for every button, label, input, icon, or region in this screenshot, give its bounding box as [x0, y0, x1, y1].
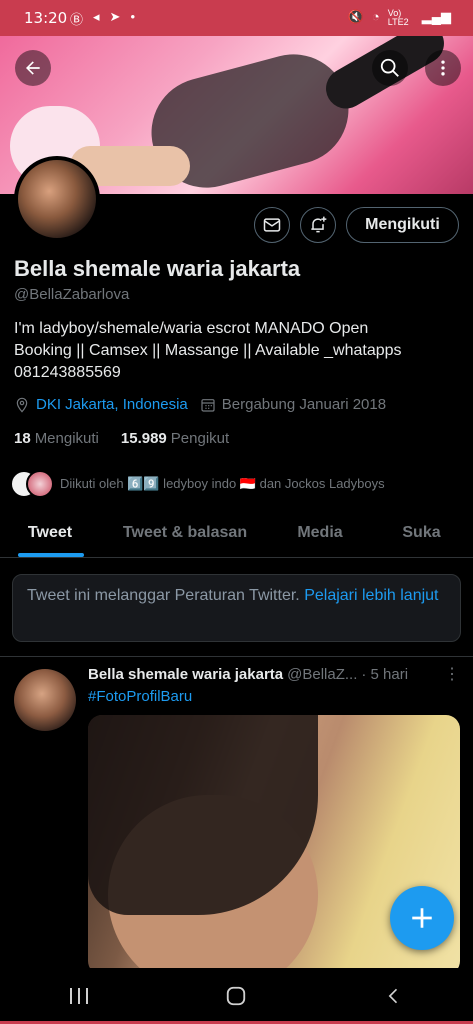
- followers-count: 15.989: [120, 430, 167, 447]
- followers-count-link[interactable]: 15.989 Pengikut: [121, 430, 229, 447]
- follow-counts: 18 Mengikuti 15.989 Pengikut: [14, 430, 229, 447]
- tweet-timestamp[interactable]: · 5 hari: [361, 666, 408, 683]
- wifi-icon: ◔: [371, 9, 380, 24]
- profile-location[interactable]: DKI Jakarta, Indonesia: [36, 396, 188, 413]
- recent-apps-button[interactable]: [49, 976, 109, 1016]
- profile-meta: DKI Jakarta, Indonesia Bergabung Januari…: [14, 396, 386, 413]
- bio-line[interactable]: 081243885569: [14, 362, 454, 384]
- rule-violation-notice: Tweet ini melanggar Peraturan Twitter. P…: [12, 574, 461, 642]
- profile-tabs: Tweet Tweet & balasan Media Suka: [0, 508, 473, 558]
- message-button[interactable]: [254, 207, 290, 243]
- profile-avatar[interactable]: [14, 156, 100, 242]
- location-pin-icon: [16, 397, 28, 413]
- following-count: 18: [14, 430, 31, 447]
- send-icon: ◂: [93, 9, 100, 24]
- tab-label: Media: [297, 523, 343, 541]
- mute-icon: 🔇: [347, 9, 364, 24]
- search-icon: [380, 58, 399, 77]
- status-bar: 13:20 Ⓑ ◂ ➤ • 🔇 ◔ Vo) LTE2 ▂▄▆: [0, 0, 473, 36]
- learn-more-link[interactable]: Pelajari lebih lanjut: [304, 587, 438, 604]
- profile-handle: @BellaZabarlova: [14, 286, 130, 303]
- calendar-icon: [201, 398, 215, 412]
- divider: [0, 656, 473, 657]
- bio-line: I'm ladyboy/shemale/waria escrot MANADO …: [14, 320, 369, 337]
- tweet-more-button[interactable]: ⋮: [444, 664, 460, 684]
- tweet-author-avatar[interactable]: [14, 669, 76, 731]
- following-label: Mengikuti: [34, 430, 99, 447]
- following-button[interactable]: Mengikuti: [346, 207, 459, 243]
- notification-bell-button[interactable]: [300, 207, 336, 243]
- tab-tweet-replies[interactable]: Tweet & balasan: [100, 508, 270, 557]
- tweet-hashtag[interactable]: #FotoProfilBaru: [88, 688, 192, 705]
- more-vertical-icon: ⋮: [444, 666, 460, 683]
- bell-plus-icon: [311, 216, 327, 233]
- tweet-header: Bella shemale waria jakarta @BellaZ... ·…: [88, 666, 463, 683]
- mutual-follower-avatars: [10, 470, 54, 498]
- followers-label: Pengikut: [170, 430, 230, 447]
- search-button[interactable]: [372, 50, 408, 86]
- tab-label: Suka: [402, 523, 441, 541]
- chevron-left-icon: [388, 988, 398, 1004]
- active-tab-indicator: [18, 553, 84, 557]
- profile-display-name: Bella shemale waria jakarta: [14, 256, 301, 281]
- more-vertical-icon: [441, 60, 445, 76]
- tab-tweet[interactable]: Tweet: [0, 508, 100, 557]
- profile-joined-date: Bergabung Januari 2018: [221, 396, 387, 413]
- tab-label: Tweet: [27, 523, 73, 541]
- tab-media[interactable]: Media: [270, 508, 370, 557]
- avatar: [26, 470, 54, 498]
- back-button[interactable]: [15, 50, 51, 86]
- b-circle-icon: Ⓑ: [70, 12, 84, 27]
- arrow-left-icon: [26, 61, 40, 75]
- status-right-icons: 🔇 ◔ Vo) LTE2 ▂▄▆: [348, 9, 451, 27]
- followed-by-row[interactable]: Diikuti oleh 6️⃣9️⃣ ledyboy indo 🇮🇩 dan …: [10, 470, 385, 498]
- navigation-icon: ➤: [109, 9, 121, 24]
- followed-by-text: Diikuti oleh 6️⃣9️⃣ ledyboy indo 🇮🇩 dan …: [60, 476, 385, 491]
- signal-icon: ▂▄▆: [421, 9, 451, 24]
- bio-line: Booking || Camsex || Massange || Availab…: [14, 342, 402, 359]
- status-left-icons: Ⓑ ◂ ➤ •: [70, 9, 135, 28]
- envelope-icon: [263, 218, 281, 232]
- tweet-author-name[interactable]: Bella shemale waria jakarta: [88, 666, 283, 683]
- home-circle-icon: [227, 986, 246, 1006]
- following-count-link[interactable]: 18 Mengikuti: [14, 430, 99, 447]
- tab-likes[interactable]: Suka: [370, 508, 473, 557]
- more-options-button[interactable]: [425, 50, 461, 86]
- tweet-author-handle[interactable]: @BellaZ...: [287, 666, 357, 683]
- dot-icon: •: [130, 9, 136, 24]
- profile-bio: I'm ladyboy/shemale/waria escrot MANADO …: [14, 318, 454, 384]
- plus-icon: [412, 908, 432, 928]
- notice-text: Tweet ini melanggar Peraturan Twitter.: [27, 587, 300, 604]
- status-time: 13:20: [24, 9, 68, 27]
- android-nav-bar: [0, 968, 473, 1024]
- home-button[interactable]: [206, 976, 266, 1016]
- back-nav-button[interactable]: [364, 976, 424, 1016]
- volte-label: Vo) LTE2: [387, 8, 409, 27]
- compose-tweet-button[interactable]: [390, 886, 454, 950]
- recent-apps-icon: [69, 988, 88, 1004]
- tab-label: Tweet & balasan: [122, 523, 248, 541]
